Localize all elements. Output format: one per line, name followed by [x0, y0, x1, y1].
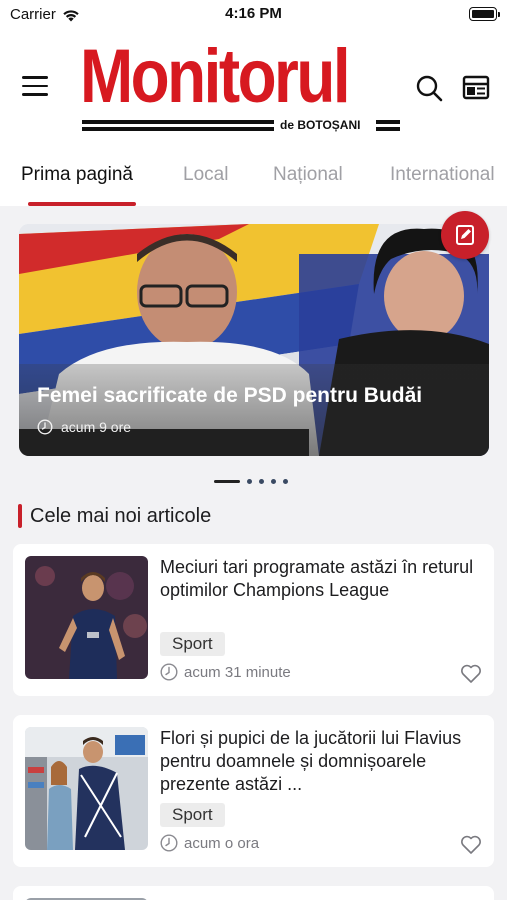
featured-article[interactable]: Femei sacrificate de PSD pentru Budăi ac…: [19, 224, 489, 456]
battery-icon: [469, 7, 500, 21]
section-header: Cele mai noi articole: [18, 503, 211, 529]
clock-icon: [37, 419, 53, 435]
status-time: 4:16 PM: [225, 5, 282, 22]
carousel-dot[interactable]: [271, 478, 276, 484]
category-tabs: Prima pagină Local Național Internationa…: [0, 150, 507, 206]
article-title: Meciuri tari programate astăzi în returu…: [160, 557, 474, 600]
featured-article-time-label: acum 9 ore: [61, 419, 132, 435]
active-tab-indicator: [28, 202, 136, 206]
carousel-dot[interactable]: [259, 478, 264, 484]
featured-article-time: acum 9 ore: [37, 419, 131, 435]
article-card[interactable]: [13, 886, 494, 900]
article-title: Flori și pupici de la jucătorii lui Flav…: [160, 728, 462, 794]
menu-icon[interactable]: [22, 76, 48, 96]
section-title: Cele mai noi articole: [30, 504, 212, 527]
carousel-dot[interactable]: [247, 478, 252, 484]
logo-subtitle: de BOTOȘANI: [280, 118, 361, 132]
section-accent-bar: [18, 504, 22, 528]
search-icon[interactable]: [415, 74, 443, 102]
featured-article-title: Femei sacrificate de PSD pentru Budăi: [37, 384, 423, 407]
tab-local[interactable]: Local: [183, 164, 228, 186]
clock-icon: [160, 834, 178, 852]
logo-title: Monitorul: [80, 34, 351, 119]
tab-prima-pagina[interactable]: Prima pagină: [21, 164, 133, 186]
tab-international[interactable]: International: [390, 164, 495, 186]
category-badge[interactable]: Sport: [160, 803, 225, 827]
newspaper-icon[interactable]: [462, 74, 490, 102]
edit-icon[interactable]: [441, 211, 489, 259]
article-time: acum 31 minute: [160, 663, 291, 681]
article-time: acum o ora: [160, 834, 259, 852]
favorite-heart-icon[interactable]: [460, 664, 482, 684]
article-thumbnail: [25, 556, 148, 679]
article-thumbnail: [25, 727, 148, 850]
category-badge[interactable]: Sport: [160, 632, 225, 656]
favorite-heart-icon[interactable]: [460, 835, 482, 855]
app-header: Monitorul de BOTOȘANI: [0, 30, 507, 150]
tab-national[interactable]: Național: [273, 164, 343, 186]
status-bar: Carrier 4:16 PM: [0, 0, 507, 30]
carousel-dot-active[interactable]: [214, 479, 240, 483]
article-card[interactable]: Flori și pupici de la jucătorii lui Flav…: [13, 715, 494, 867]
carousel-pagination: [214, 478, 288, 484]
article-card[interactable]: Meciuri tari programate astăzi în returu…: [13, 544, 494, 696]
article-time-label: acum o ora: [184, 834, 260, 852]
carousel-dot[interactable]: [283, 478, 288, 484]
article-time-label: acum 31 minute: [184, 663, 291, 681]
logo: Monitorul de BOTOȘANI: [80, 35, 404, 137]
clock-icon: [160, 663, 178, 681]
